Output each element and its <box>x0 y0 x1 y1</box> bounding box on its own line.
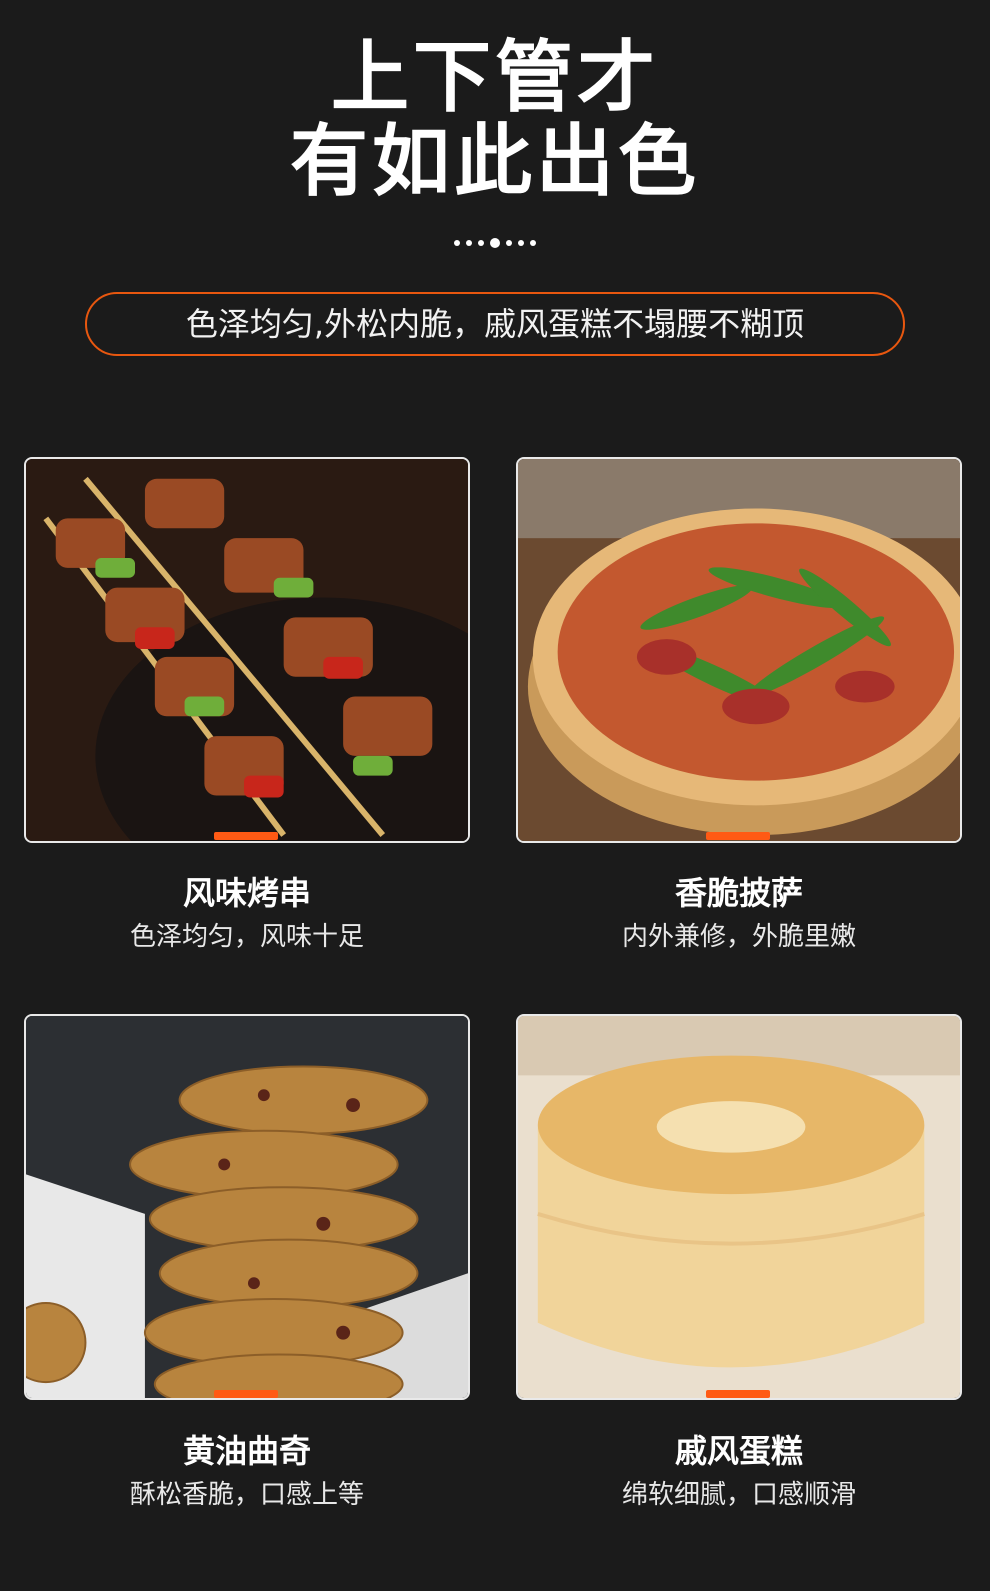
accent-bar <box>706 832 770 840</box>
cookies-image <box>24 1014 470 1400</box>
chiffon-cake-image <box>516 1014 962 1400</box>
item-desc: 色泽均匀，风味十足 <box>129 922 364 952</box>
skewers-image <box>24 457 470 843</box>
item-desc: 绵软细腻，口感顺滑 <box>621 1480 856 1510</box>
accent-bar <box>214 832 278 840</box>
headline-line-1: 上下管才 <box>330 33 659 123</box>
item-name: 风味烤串 <box>182 874 311 912</box>
item-name: 黄油曲奇 <box>182 1432 311 1470</box>
dots-divider <box>0 232 990 253</box>
item-name: 戚风蛋糕 <box>674 1432 803 1470</box>
item-name: 香脆披萨 <box>674 874 803 912</box>
pizza-image <box>516 457 962 843</box>
item-desc: 内外兼修，外脆里嫩 <box>621 922 856 952</box>
item-desc: 酥松香脆，口感上等 <box>129 1480 364 1510</box>
accent-bar <box>214 1390 278 1398</box>
accent-bar <box>706 1390 770 1398</box>
tagline-pill: 色泽均匀,外松内脆，戚风蛋糕不塌腰不糊顶 <box>85 292 905 356</box>
headline-line-2: 有如此出色 <box>289 117 700 207</box>
